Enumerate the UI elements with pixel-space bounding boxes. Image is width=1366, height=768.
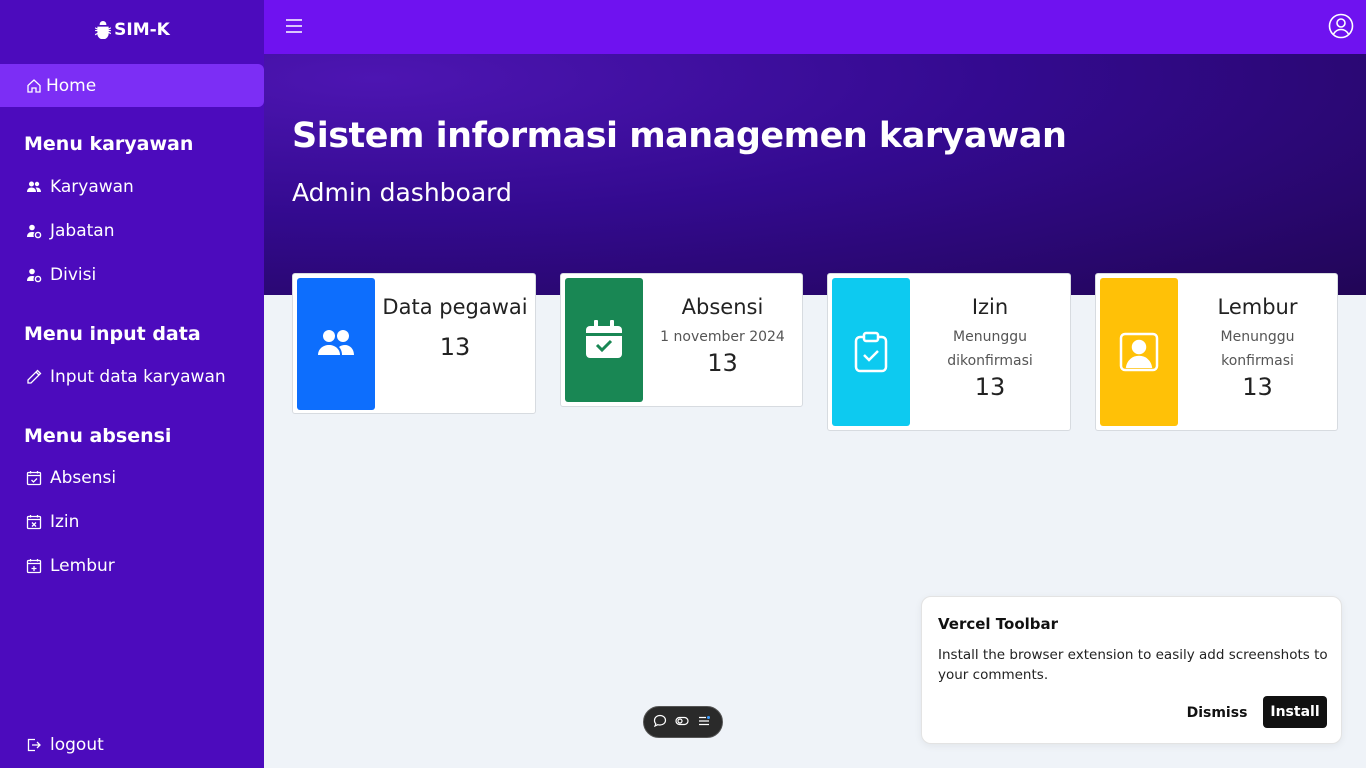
toggle-icon[interactable] xyxy=(675,714,691,730)
card-title: Data pegawai xyxy=(382,295,528,319)
pencil-icon xyxy=(27,369,42,384)
sidebar-item-lembur[interactable]: Lembur xyxy=(26,556,115,576)
card-value: 13 xyxy=(1242,373,1273,401)
card-subtitle: Menunggu konfirmasi xyxy=(1220,329,1295,369)
home-icon xyxy=(27,78,41,93)
section-title-absensi: Menu absensi xyxy=(24,425,172,447)
card-title: Lembur xyxy=(1217,295,1298,319)
calendar-plus-icon xyxy=(26,559,42,574)
vercel-toolbar-pill[interactable] xyxy=(643,706,723,738)
sidebar: SIM-K Home Menu karyawan Karyawan Jabata… xyxy=(0,0,264,768)
card-lembur[interactable]: Lembur Menunggu konfirmasi 13 xyxy=(1095,273,1338,431)
user-account-icon[interactable] xyxy=(1328,13,1354,39)
card-value: 13 xyxy=(707,349,738,377)
hero-banner: Sistem informasi managemen karyawan Admi… xyxy=(264,54,1366,295)
people-icon xyxy=(27,181,41,192)
card-subtitle: 1 november 2024 xyxy=(660,329,785,345)
sidebar-item-label: Absensi xyxy=(50,468,117,488)
brand-name: SIM-K xyxy=(114,20,170,40)
person-gear-icon xyxy=(27,268,42,283)
card-icon-tile xyxy=(565,278,643,402)
sidebar-item-karyawan[interactable]: Karyawan xyxy=(26,177,134,197)
card-value: 13 xyxy=(974,373,1006,401)
section-title-karyawan: Menu karyawan xyxy=(24,133,194,155)
dismiss-button[interactable]: Dismiss xyxy=(1184,697,1250,728)
sidebar-item-label: Jabatan xyxy=(50,221,115,241)
card-icon-tile xyxy=(832,278,910,426)
card-info: Izin Menunggu dikonfirmasi 13 xyxy=(910,295,1070,401)
card-icon-tile xyxy=(1100,278,1178,426)
hamburger-menu-icon[interactable] xyxy=(284,16,304,36)
card-info: Lembur Menunggu konfirmasi 13 xyxy=(1178,295,1337,401)
sidebar-item-jabatan[interactable]: Jabatan xyxy=(26,221,115,241)
sidebar-item-label: Izin xyxy=(50,512,80,532)
logout-icon xyxy=(27,738,41,752)
card-izin[interactable]: Izin Menunggu dikonfirmasi 13 xyxy=(827,273,1071,431)
sidebar-item-izin[interactable]: Izin xyxy=(26,512,79,532)
card-icon-tile xyxy=(297,278,375,410)
card-title: Absensi xyxy=(681,295,764,319)
sidebar-item-label: Input data karyawan xyxy=(50,367,226,387)
sidebar-item-input-data-karyawan[interactable]: Input data karyawan xyxy=(26,367,226,387)
sidebar-item-absensi[interactable]: Absensi xyxy=(26,468,116,488)
popup-title: Vercel Toolbar xyxy=(938,615,1059,633)
sidebar-item-home[interactable]: Home xyxy=(0,64,264,107)
person-gear-icon xyxy=(27,224,42,239)
calendar-check-icon xyxy=(26,471,42,486)
logout-button[interactable]: logout xyxy=(26,735,104,755)
person-square-icon xyxy=(1119,332,1159,372)
page-subtitle: Admin dashboard xyxy=(292,178,512,207)
brand[interactable]: SIM-K xyxy=(0,20,264,40)
logout-label: logout xyxy=(50,735,104,755)
people-icon xyxy=(318,330,354,355)
sidebar-item-label: Divisi xyxy=(50,265,97,285)
card-data-pegawai[interactable]: Data pegawai 13 xyxy=(292,273,536,414)
popup-text: Install the browser extension to easily … xyxy=(938,647,1328,683)
topbar xyxy=(264,0,1366,54)
card-title: Izin xyxy=(971,295,1009,319)
install-button[interactable]: Install xyxy=(1263,696,1327,728)
card-subtitle: Menunggu dikonfirmasi xyxy=(947,329,1033,369)
card-absensi[interactable]: Absensi 1 november 2024 13 xyxy=(560,273,803,407)
comment-icon[interactable] xyxy=(653,714,669,730)
calendar-check-icon xyxy=(586,320,622,358)
bug-icon xyxy=(95,21,112,39)
sidebar-item-label: Karyawan xyxy=(50,177,134,197)
sidebar-item-label: Lembur xyxy=(50,556,115,576)
card-value: 13 xyxy=(439,333,471,361)
sidebar-item-label: Home xyxy=(46,75,97,96)
menu-icon[interactable] xyxy=(697,714,713,730)
clipboard-check-icon xyxy=(854,331,888,373)
card-info: Data pegawai 13 xyxy=(375,295,535,361)
calendar-x-icon xyxy=(26,515,42,530)
sidebar-item-divisi[interactable]: Divisi xyxy=(26,265,96,285)
vercel-toolbar-popup: Vercel Toolbar Install the browser exten… xyxy=(921,596,1342,744)
card-info: Absensi 1 november 2024 13 xyxy=(643,295,802,377)
page-title: Sistem informasi managemen karyawan xyxy=(292,116,1067,156)
section-title-input: Menu input data xyxy=(24,323,201,345)
